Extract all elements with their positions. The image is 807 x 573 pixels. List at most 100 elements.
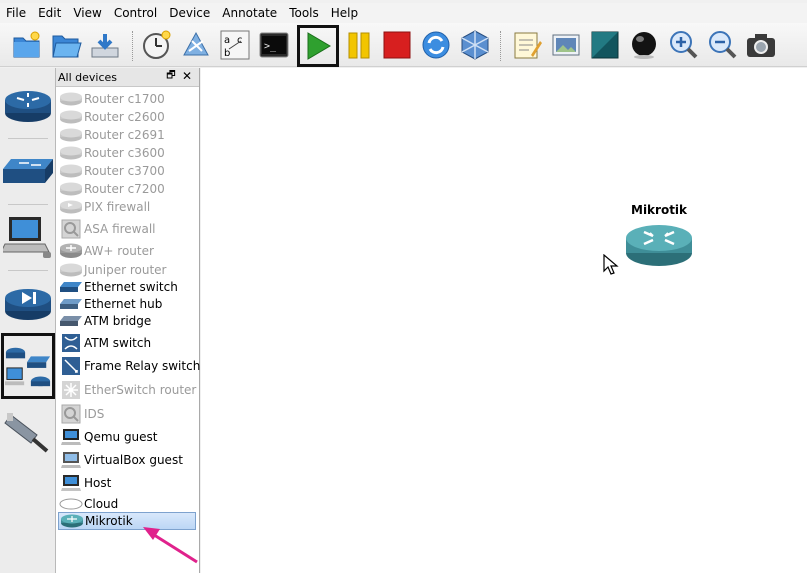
menu-control[interactable]: Control [108,3,163,23]
insert-picture-icon [552,34,580,56]
add-note-button[interactable] [510,28,544,62]
atm-switch-icon [62,334,80,352]
device-item-etherswitch-router[interactable]: EtherSwitch router [58,379,196,401]
host-icon [61,475,81,491]
add-note-icon [514,32,542,59]
router-category-button[interactable] [1,74,55,136]
svg-text:>_: >_ [264,41,277,52]
device-item-host[interactable]: Host [58,472,196,494]
save-project-button[interactable] [88,28,122,62]
menu-annotate[interactable]: Annotate [216,3,283,23]
switch-category-button[interactable] [1,140,55,202]
device-item-atm-switch[interactable]: ATM switch [58,332,196,354]
security-category-button[interactable] [1,272,55,334]
virtualbox-button[interactable] [458,28,492,62]
device-panel-title: All devices [58,70,117,84]
virtualbox-guest-icon [61,452,81,468]
console-button[interactable]: >_ [257,28,291,62]
menu-device[interactable]: Device [163,3,216,23]
device-item-ethernet-switch[interactable]: Ethernet switch [58,278,196,295]
end-device-category-button[interactable] [1,206,55,268]
open-project-icon [52,35,82,58]
asa-icon [61,219,81,239]
show-interface-labels-button[interactable]: acb [218,28,252,62]
stop-icon [383,31,411,59]
start-icon [307,32,331,60]
device-item-mikrotik[interactable]: Mikrotik [58,512,196,530]
router-icon [60,146,82,160]
etherswitch-icon [62,381,80,399]
device-item-pix-firewall[interactable]: PIX firewall [58,198,196,216]
reload-icon [422,31,450,59]
insert-picture-button[interactable] [549,28,583,62]
draw-rectangle-button[interactable] [588,28,622,62]
device-item-atm-bridge[interactable]: ATM bridge [58,312,196,330]
router-icon [60,128,82,142]
console-icon: >_ [259,32,289,58]
svg-text:a: a [224,35,230,46]
device-item-router-c1700[interactable]: Router c1700 [58,90,196,108]
ids-icon [61,404,81,424]
stop-button[interactable] [380,28,414,62]
device-item-qemu-guest[interactable]: Qemu guest [58,426,196,448]
new-project-button[interactable] [10,28,44,62]
zoom-in-button[interactable] [666,28,700,62]
device-item-router-c7200[interactable]: Router c7200 [58,180,196,198]
import-export-button[interactable] [179,28,213,62]
menu-tools[interactable]: Tools [283,3,325,23]
device-item-router-c2691[interactable]: Router c2691 [58,126,196,144]
import-export-icon [183,31,209,56]
device-item-juniper-router[interactable]: Juniper router [58,261,196,279]
menu-file[interactable]: File [0,3,32,23]
device-item-router-c3600[interactable]: Router c3600 [58,144,196,162]
show-interface-labels-icon: a cb [220,30,250,60]
cable-category-button[interactable] [1,400,55,462]
device-item-aw-router[interactable]: AW+ router [58,242,196,260]
draw-ellipse-button[interactable] [627,28,661,62]
device-item-cloud[interactable]: Cloud [58,495,196,512]
reload-button[interactable] [419,28,453,62]
screenshot-button[interactable] [744,28,778,62]
float-panel-button[interactable]: 🗗 [165,70,177,82]
device-item-virtualbox-guest[interactable]: VirtualBox guest [58,449,196,471]
all-devices-category-button[interactable] [1,333,55,399]
device-item-ids[interactable]: IDS [58,403,196,425]
device-item-router-c3700[interactable]: Router c3700 [58,162,196,180]
frame-relay-icon [62,357,80,375]
menu-edit[interactable]: Edit [32,3,67,23]
suspend-icon [348,32,370,59]
device-item-ethernet-hub[interactable]: Ethernet hub [58,295,196,312]
mikrotik-router-node[interactable] [624,220,694,271]
switch-icon [60,281,82,292]
device-item-frame-relay-switch[interactable]: Frame Relay switch [58,355,200,377]
category-separator [8,204,48,205]
all-devices-category-icon [4,347,51,387]
device-item-router-c2600[interactable]: Router c2600 [58,108,196,126]
atm-bridge-icon [60,316,82,326]
zoom-out-button[interactable] [705,28,739,62]
draw-rectangle-icon [591,31,619,59]
node-label[interactable]: Mikrotik [631,203,687,217]
virtualbox-icon [461,30,489,60]
menu-bar: File Edit View Control Device Annotate T… [0,3,807,23]
open-project-button[interactable] [49,28,83,62]
zoom-in-icon [670,31,698,59]
router-category-icon [5,91,51,122]
category-separator [8,270,48,271]
topology-canvas[interactable]: Mikrotik [201,68,807,573]
cable-category-icon [4,413,49,453]
menu-view[interactable]: View [67,3,107,23]
close-panel-button[interactable]: ✕ [181,70,193,82]
start-button[interactable] [297,25,339,67]
router-icon [60,263,82,277]
hub-icon [60,298,82,309]
menu-help[interactable]: Help [325,3,364,23]
device-item-asa-firewall[interactable]: ASA firewall [58,218,196,240]
switch-category-icon [3,159,53,183]
mouse-cursor-icon [603,253,619,279]
snapshot-button[interactable] [140,28,174,62]
zoom-out-icon [709,31,737,59]
device-list-panel: All devices 🗗 ✕ Router c1700 Router c260… [56,68,200,573]
router-icon [60,182,82,196]
suspend-button[interactable] [342,28,376,62]
